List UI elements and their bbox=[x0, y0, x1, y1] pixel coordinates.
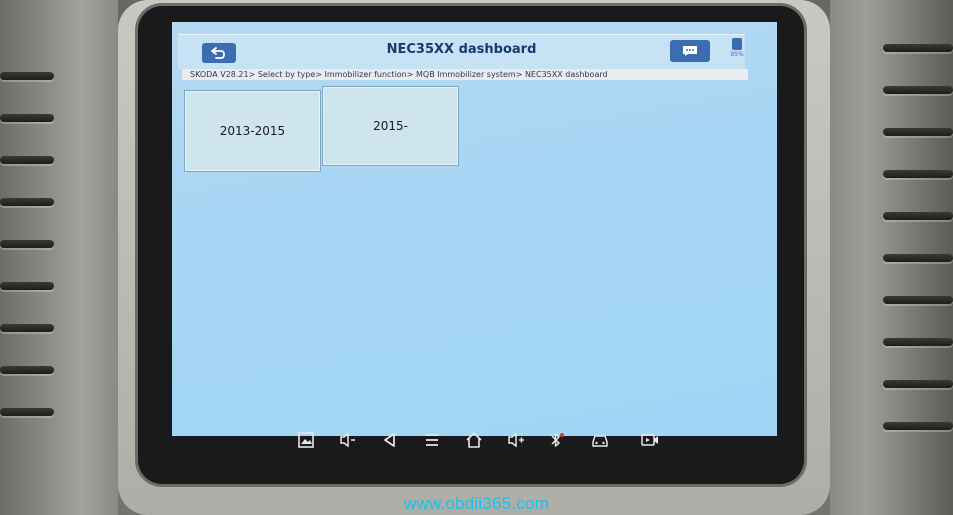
page-title: NEC35XX dashboard bbox=[386, 42, 537, 57]
option-tile-2013-2015[interactable]: 2013-2015 bbox=[184, 90, 321, 172]
grip-rib bbox=[883, 380, 953, 388]
title-bar: NEC35XX dashboard 95% bbox=[178, 34, 745, 69]
grip-rib bbox=[0, 156, 54, 164]
grip-rib bbox=[0, 198, 54, 206]
grip-rib bbox=[0, 114, 54, 122]
grip-rib bbox=[883, 128, 953, 136]
battery-status-icon: 95% bbox=[726, 38, 748, 64]
grip-rib bbox=[0, 72, 54, 80]
volume-up-icon[interactable] bbox=[506, 430, 526, 450]
grip-rib bbox=[0, 240, 54, 248]
message-button[interactable] bbox=[670, 40, 710, 62]
grip-rib bbox=[883, 170, 953, 178]
device-left-grip bbox=[0, 0, 118, 515]
option-tile-2015[interactable]: 2015- bbox=[322, 86, 459, 166]
grip-rib bbox=[883, 212, 953, 220]
grip-rib bbox=[883, 338, 953, 346]
back-triangle-icon[interactable] bbox=[380, 430, 400, 450]
system-navbar bbox=[290, 426, 670, 456]
vci-car-icon[interactable] bbox=[590, 430, 610, 450]
grip-rib bbox=[883, 86, 953, 94]
home-icon[interactable] bbox=[464, 430, 484, 450]
grip-rib bbox=[0, 282, 54, 290]
bluetooth-icon[interactable] bbox=[546, 430, 566, 450]
breadcrumb: SKODA V28.21> Select by type> Immobilize… bbox=[182, 69, 748, 80]
app-screen: NEC35XX dashboard 95% SKODA V28.21> Sele… bbox=[172, 22, 777, 436]
menu-icon[interactable] bbox=[422, 430, 442, 450]
grip-rib bbox=[883, 254, 953, 262]
grip-rib bbox=[0, 324, 54, 332]
grip-rib bbox=[0, 408, 54, 416]
watermark-url: www.obdii365.com bbox=[404, 494, 549, 513]
status-text: 95% bbox=[730, 51, 744, 58]
grip-rib bbox=[0, 366, 54, 374]
video-record-icon[interactable] bbox=[640, 430, 660, 450]
device-right-grip bbox=[830, 0, 953, 515]
screenshot-icon[interactable] bbox=[296, 430, 316, 450]
grip-rib bbox=[883, 296, 953, 304]
chat-bubble-icon bbox=[683, 46, 697, 56]
grip-rib bbox=[883, 44, 953, 52]
volume-down-icon[interactable] bbox=[338, 430, 358, 450]
grip-rib bbox=[883, 422, 953, 430]
status-glyph bbox=[732, 38, 742, 50]
